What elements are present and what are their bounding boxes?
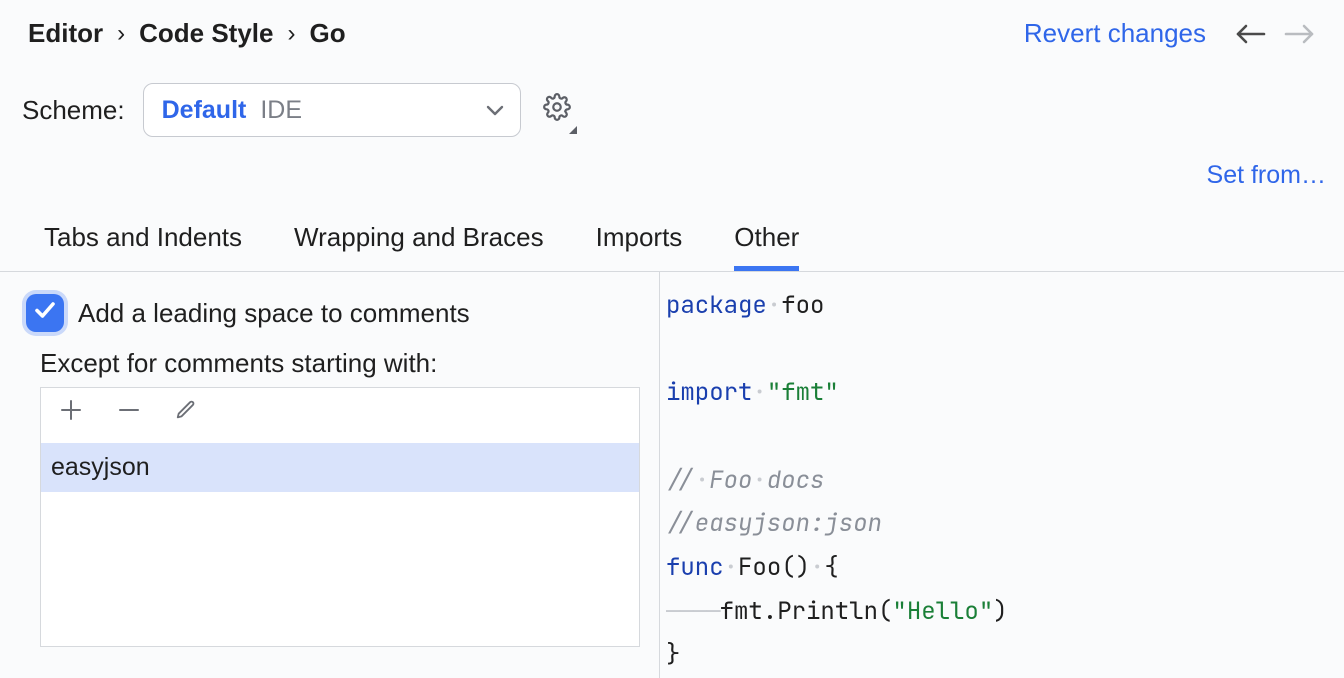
revert-changes-link[interactable]: Revert changes (1024, 18, 1206, 49)
back-button[interactable] (1234, 22, 1266, 46)
minus-icon (117, 398, 141, 429)
tab-tabs-and-indents[interactable]: Tabs and Indents (44, 212, 242, 271)
code-token: "Hello" (892, 596, 993, 627)
add-leading-space-label: Add a leading space to comments (78, 298, 470, 329)
comment-prefix-item[interactable]: easyjson (41, 443, 639, 492)
edit-prefix-button[interactable] (175, 399, 197, 428)
code-token: fmt.Println( (720, 596, 893, 627)
add-leading-space-checkbox[interactable] (26, 294, 64, 332)
code-token: ) (993, 596, 1007, 627)
scheme-scope: IDE (260, 96, 302, 125)
except-for-label: Except for comments starting with: (26, 342, 659, 387)
chevron-right-icon: › (117, 20, 125, 48)
tab-imports[interactable]: Imports (596, 212, 683, 271)
scheme-select[interactable]: Default IDE (143, 83, 521, 137)
comment-prefix-list: easyjson (40, 387, 640, 647)
code-token: func (666, 552, 724, 583)
set-from-link[interactable]: Set from… (1207, 161, 1326, 189)
tab-wrapping-and-braces[interactable]: Wrapping and Braces (294, 212, 544, 271)
code-style-tabs: Tabs and Indents Wrapping and Braces Imp… (0, 190, 1344, 272)
breadcrumb-editor[interactable]: Editor (28, 18, 103, 49)
code-token: //easyjson:json (666, 508, 882, 539)
chevron-right-icon: › (287, 20, 295, 48)
plus-icon (59, 398, 83, 429)
code-token: package (666, 290, 767, 321)
code-token: foo (781, 290, 824, 321)
code-token: } (666, 639, 680, 670)
code-preview: package·foo import·"fmt" //·Foo·docs //e… (666, 284, 1344, 677)
scheme-label: Scheme: (22, 95, 125, 126)
tab-other[interactable]: Other (734, 212, 799, 271)
add-prefix-button[interactable] (59, 398, 83, 429)
forward-button (1284, 22, 1316, 46)
check-icon (33, 298, 57, 329)
code-token: import (666, 377, 752, 408)
breadcrumb: Editor › Code Style › Go (28, 18, 346, 49)
scheme-value: Default (162, 96, 247, 125)
code-token: "fmt" (767, 377, 839, 408)
breadcrumb-go: Go (309, 18, 345, 49)
remove-prefix-button[interactable] (117, 398, 141, 429)
scheme-actions-button[interactable] (539, 89, 575, 132)
gear-icon (543, 93, 571, 128)
chevron-down-icon (486, 96, 504, 124)
pencil-icon (175, 399, 197, 428)
breadcrumb-codestyle[interactable]: Code Style (139, 18, 273, 49)
